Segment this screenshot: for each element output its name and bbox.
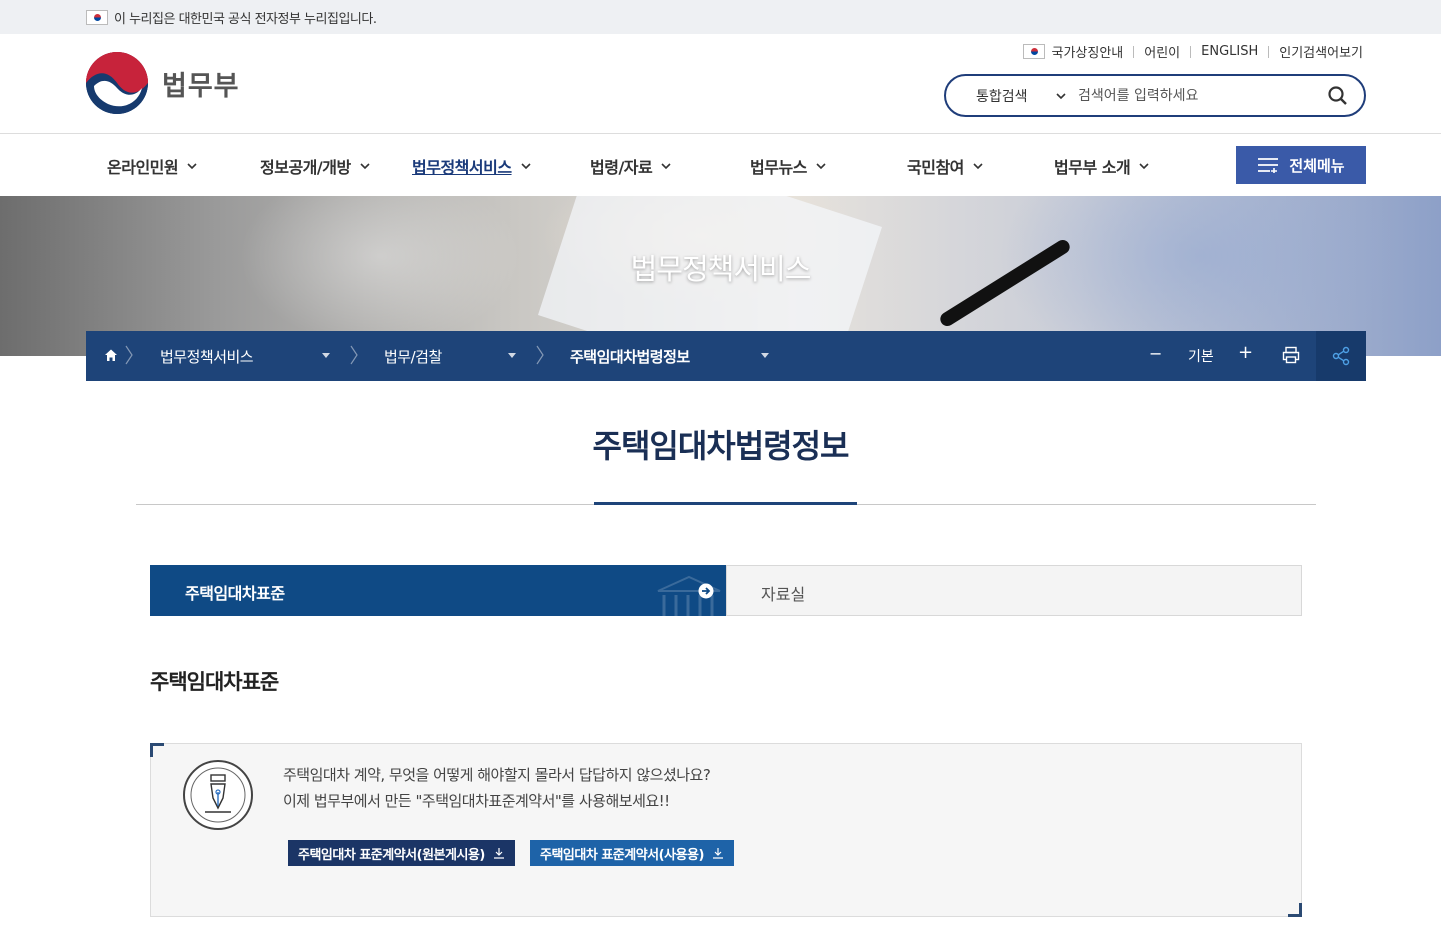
print-icon[interactable] [1282,346,1300,364]
caret-down-icon[interactable] [508,353,516,358]
nav-item-news[interactable]: 법무뉴스 [750,154,827,178]
tab-label: 자료실 [761,585,806,604]
chevron-down-icon [360,163,370,170]
info-line: 이제 법무부에서 만든 "주택임대차표준계약서"를 사용해보세요!! [283,792,670,810]
breadcrumb-item-current[interactable]: 주택임대차법령정보 [570,346,690,367]
corner-decoration [1288,903,1302,917]
util-link-popular-keywords[interactable]: 인기검색어보기 [1279,42,1363,61]
nav-item-label: 국민참여 [907,158,964,177]
tab-archive[interactable]: 자료실 [726,565,1302,616]
chevron-down-icon [816,163,826,170]
share-icon [1332,346,1350,366]
section-title: 주택임대차표준 [150,670,279,694]
download-icon [493,848,504,859]
nav-item-label: 법무뉴스 [750,158,807,177]
download-icon [712,848,723,859]
nav-item-label: 법무정책서비스 [412,158,512,177]
breadcrumb-separator-icon [536,345,544,365]
caret-down-icon[interactable] [761,353,769,358]
search-input[interactable] [1078,87,1318,104]
divider [1133,45,1135,58]
chevron-down-icon [1139,163,1149,170]
info-line: 주택임대차 계약, 무엇을 어떻게 해야할지 몰라서 답답하지 않으셨나요? [283,766,711,784]
font-decrease-button[interactable]: − [1149,344,1162,363]
chevron-down-icon [520,163,531,170]
nav-item-label: 온라인민원 [107,158,179,177]
download-button-label: 주택임대차 표준계약서(사용용) [540,847,704,863]
tab-housing-lease-standard[interactable]: 주택임대차표준 [150,565,726,616]
taegeuk-logo-icon [86,52,148,114]
breadcrumb-separator-icon [125,345,133,365]
all-menu-label: 전체메뉴 [1289,156,1345,175]
chevron-down-icon [973,163,983,170]
logo-text: 법무부 [162,70,240,102]
divider [1268,45,1270,58]
nav-item-online-civil[interactable]: 온라인민원 [107,154,198,178]
divider [1190,45,1192,58]
utility-links: 국가상징안내 어린이 ENGLISH 인기검색어보기 [1023,42,1363,61]
menu-icon [1258,158,1279,173]
chevron-down-icon [187,163,197,170]
title-divider-accent [594,502,857,505]
arrow-right-circle-icon [698,583,714,599]
tab-label: 주택임대차표준 [185,584,285,603]
chevron-down-icon [1056,92,1066,99]
info-description: 주택임대차 계약, 무엇을 어떻게 해야할지 몰라서 답답하지 않으셨나요? 이… [283,762,711,814]
breadcrumb-separator-icon [350,345,358,365]
download-usage-button[interactable]: 주택임대차 표준계약서(사용용) [530,840,734,866]
chevron-down-icon [661,163,671,170]
korean-flag-icon [86,10,108,25]
korean-flag-icon [1023,44,1046,59]
search-scope-select[interactable]: 통합검색 [976,86,1066,106]
home-icon[interactable] [104,348,118,362]
nav-item-about[interactable]: 법무부 소개 [1054,154,1150,178]
page-title: 주택임대차법령정보 [592,427,850,465]
download-original-button[interactable]: 주택임대차 표준계약서(원본게시용) [288,840,515,866]
corner-decoration [150,743,164,757]
download-button-label: 주택임대차 표준계약서(원본게시용) [298,847,485,863]
fountain-pen-icon [183,760,253,830]
util-link-national-symbols[interactable]: 국가상징안내 [1051,42,1123,61]
util-link-english[interactable]: ENGLISH [1201,44,1258,59]
all-menu-button[interactable]: 전체메뉴 [1236,146,1366,184]
location-bar: 법무정책서비스 법무/검찰 주택임대차법령정보 − 기본 + [86,331,1366,381]
site-logo[interactable]: 법무부 [86,52,240,114]
nav-item-laws-data[interactable]: 법령/자료 [590,154,672,178]
nav-item-label: 법령/자료 [590,158,653,177]
util-link-kids[interactable]: 어린이 [1144,42,1180,61]
share-button[interactable] [1316,331,1366,381]
breadcrumb-item-justice[interactable]: 법무/검찰 [384,346,442,367]
search-icon[interactable] [1328,86,1348,106]
nav-item-participation[interactable]: 국민참여 [907,154,984,178]
font-increase-button[interactable]: + [1238,342,1253,363]
nav-item-label: 정보공개/개방 [260,158,351,177]
main-navigation: 온라인민원 정보공개/개방 법무정책서비스 법령/자료 법무뉴스 국민참여 법무… [0,134,1441,196]
gov-notice-bar: 이 누리집은 대한민국 공식 전자정부 누리집입니다. [0,0,1441,34]
search-box: 통합검색 [944,74,1366,117]
caret-down-icon[interactable] [322,353,330,358]
search-scope-value: 통합검색 [976,88,1028,105]
info-box: 주택임대차 계약, 무엇을 어떻게 해야할지 몰라서 답답하지 않으셨나요? 이… [150,743,1302,917]
font-default-button[interactable]: 기본 [1188,346,1214,366]
nav-item-label: 법무부 소개 [1054,158,1131,177]
breadcrumb-item-policy-services[interactable]: 법무정책서비스 [160,346,254,367]
site-header: 법무부 국가상징안내 어린이 ENGLISH 인기검색어보기 통합검색 [0,34,1441,134]
nav-item-info-disclosure[interactable]: 정보공개/개방 [260,154,371,178]
nav-item-policy-services[interactable]: 법무정책서비스 [412,154,532,178]
banner-title: 법무정책서비스 [630,252,812,286]
gov-notice-text[interactable]: 이 누리집은 대한민국 공식 전자정부 누리집입니다. [114,8,377,27]
